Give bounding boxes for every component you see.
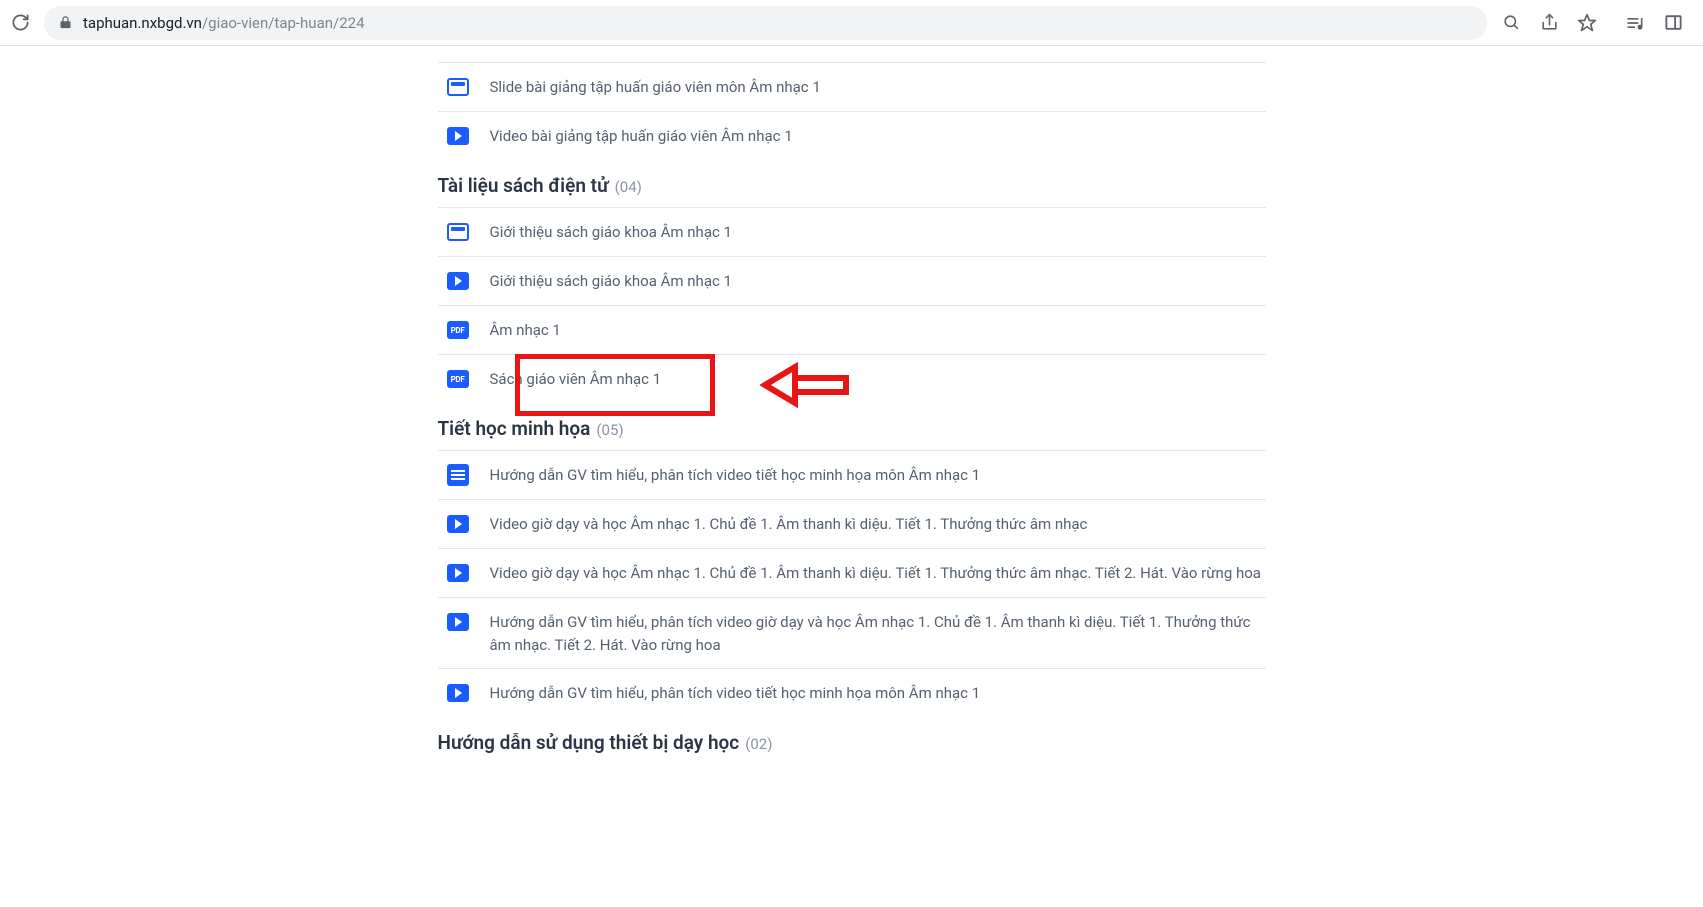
bookmark-star-icon[interactable] xyxy=(1577,13,1597,33)
reload-icon[interactable] xyxy=(10,13,30,33)
sidepanel-icon[interactable] xyxy=(1663,13,1683,33)
resource-item[interactable]: Giới thiệu sách giáo khoa Âm nhạc 1 xyxy=(438,207,1266,256)
video-icon xyxy=(446,512,470,536)
section-title-text: Tài liệu sách điện tử xyxy=(438,174,609,197)
resource-item[interactable]: Video giờ dạy và học Âm nhạc 1. Chủ đề 1… xyxy=(438,548,1266,597)
address-bar[interactable]: taphuan.nxbgd.vn/giao-vien/tap-huan/224 xyxy=(44,6,1487,40)
resource-label: Slide bài giảng tập huấn giáo viên môn Â… xyxy=(490,75,821,99)
resource-item[interactable]: Video giờ dạy và học Âm nhạc 1. Chủ đề 1… xyxy=(438,499,1266,548)
resource-item[interactable]: PDF Âm nhạc 1 xyxy=(438,305,1266,354)
url-host: taphuan.nxbgd.vn xyxy=(83,14,202,32)
resource-label: Hướng dẫn GV tìm hiểu, phân tích video t… xyxy=(490,681,981,705)
resource-label: Giới thiệu sách giáo khoa Âm nhạc 1 xyxy=(490,220,732,244)
resource-label: Giới thiệu sách giáo khoa Âm nhạc 1 xyxy=(490,269,732,293)
toolbar-right xyxy=(1501,13,1683,33)
section-header: Tiết học minh họa (05) xyxy=(438,403,1266,450)
slide-icon xyxy=(446,75,470,99)
section-header: Tài liệu sách điện tử (04) xyxy=(438,160,1266,207)
resource-item[interactable]: Slide bài giảng tập huấn giáo viên môn Â… xyxy=(438,62,1266,111)
section-header: Hướng dẫn sử dụng thiết bị dạy học (02) xyxy=(438,717,1266,764)
pdf-icon: PDF xyxy=(446,367,470,391)
video-icon xyxy=(446,124,470,148)
share-icon[interactable] xyxy=(1539,13,1559,33)
url-text: taphuan.nxbgd.vn/giao-vien/tap-huan/224 xyxy=(83,14,365,32)
browser-toolbar: taphuan.nxbgd.vn/giao-vien/tap-huan/224 xyxy=(0,0,1703,46)
resource-item[interactable]: Hướng dẫn GV tìm hiểu, phân tích video t… xyxy=(438,450,1266,499)
video-icon xyxy=(446,269,470,293)
resource-item[interactable]: Video bài giảng tập huấn giáo viên Âm nh… xyxy=(438,111,1266,160)
resource-item[interactable]: Hướng dẫn GV tìm hiểu, phân tích video t… xyxy=(438,668,1266,717)
section-count: (02) xyxy=(745,735,772,753)
resource-label: Video bài giảng tập huấn giáo viên Âm nh… xyxy=(490,124,793,148)
resource-item[interactable]: Hướng dẫn GV tìm hiểu, phân tích video g… xyxy=(438,597,1266,668)
pdf-icon: PDF xyxy=(446,318,470,342)
resource-item[interactable]: Giới thiệu sách giáo khoa Âm nhạc 1 xyxy=(438,256,1266,305)
doc-icon xyxy=(446,463,470,487)
page-content: Slide bài giảng tập huấn giáo viên môn Â… xyxy=(0,46,1703,907)
section-title-text: Hướng dẫn sử dụng thiết bị dạy học xyxy=(438,731,740,754)
resource-label: Âm nhạc 1 xyxy=(490,318,561,342)
url-path: /giao-vien/tap-huan/224 xyxy=(202,14,365,32)
resource-label: Sách giáo viên Âm nhạc 1 xyxy=(490,367,662,391)
lock-icon xyxy=(58,15,73,30)
video-icon xyxy=(446,681,470,705)
music-queue-icon[interactable] xyxy=(1625,13,1645,33)
resource-label: Video giờ dạy và học Âm nhạc 1. Chủ đề 1… xyxy=(490,512,1088,536)
resource-label: Video giờ dạy và học Âm nhạc 1. Chủ đề 1… xyxy=(490,561,1261,585)
section-title-text: Tiết học minh họa xyxy=(438,417,591,440)
zoom-icon[interactable] xyxy=(1501,13,1521,33)
section-count: (05) xyxy=(596,421,623,439)
resource-item[interactable]: PDF Sách giáo viên Âm nhạc 1 xyxy=(438,354,1266,403)
slide-icon xyxy=(446,220,470,244)
section-count: (04) xyxy=(615,178,642,196)
resource-label: Hướng dẫn GV tìm hiểu, phân tích video g… xyxy=(490,610,1264,656)
video-icon xyxy=(446,561,470,585)
resource-label: Hướng dẫn GV tìm hiểu, phân tích video t… xyxy=(490,463,981,487)
video-icon xyxy=(446,610,470,634)
